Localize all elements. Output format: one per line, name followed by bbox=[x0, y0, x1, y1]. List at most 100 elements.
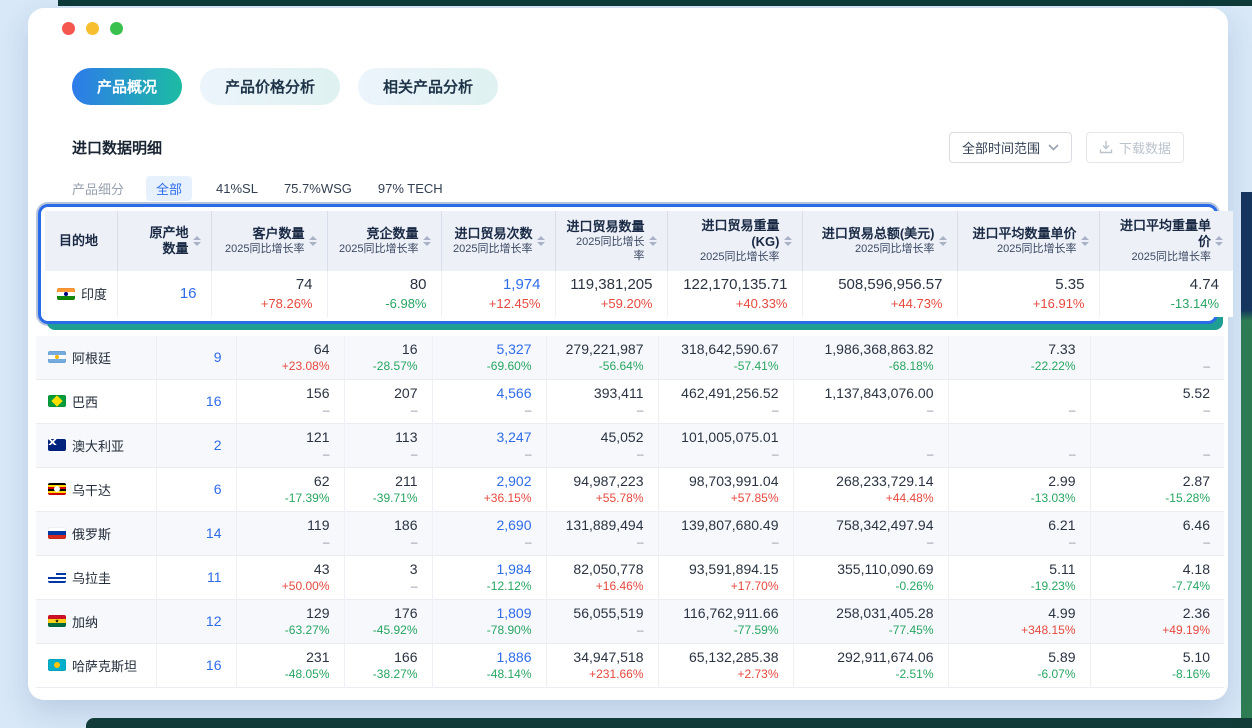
import-avg-weight-price-value: 5.10 bbox=[1105, 648, 1211, 666]
sort-icon[interactable] bbox=[784, 236, 792, 246]
import-trade-amount-usd-value: 258,031,405.28 bbox=[808, 604, 934, 622]
column-header-import-trade-amount-usd[interactable]: 进口贸易总额(美元)2025同比增长率 bbox=[802, 211, 957, 271]
import-trade-times-value[interactable]: 1,984 bbox=[447, 560, 532, 578]
column-header-import-trade-quantity[interactable]: 进口贸易数量2025同比增长率 bbox=[555, 211, 667, 271]
table-row[interactable]: 乌拉圭1143+50.00%3–1,984-12.12%82,050,778+1… bbox=[36, 556, 1224, 600]
origin-count-cell[interactable]: 6 bbox=[156, 468, 236, 512]
origin-count-value[interactable]: 16 bbox=[132, 284, 197, 304]
import-avg-weight-price-cell: 2.36+49.19% bbox=[1090, 600, 1224, 644]
import-trade-amount-usd-cell: 1,137,843,076.00– bbox=[793, 380, 948, 424]
sort-icon[interactable] bbox=[649, 236, 657, 246]
customer-count-change: – bbox=[251, 446, 330, 462]
origin-count-value[interactable]: 6 bbox=[171, 480, 222, 498]
import-trade-weight-kg-cell: 139,807,680.49– bbox=[658, 512, 793, 556]
import-trade-times-cell[interactable]: 3,247– bbox=[432, 424, 546, 468]
close-window-icon[interactable] bbox=[62, 22, 75, 35]
sort-icon[interactable] bbox=[537, 236, 545, 246]
tab-0[interactable]: 产品概况 bbox=[72, 68, 182, 105]
origin-count-value[interactable]: 12 bbox=[171, 612, 222, 630]
import-trade-times-cell[interactable]: 2,690– bbox=[432, 512, 546, 556]
import-trade-times-cell[interactable]: 2,902+36.15% bbox=[432, 468, 546, 512]
import-trade-times-value[interactable]: 1,809 bbox=[447, 604, 532, 622]
import-trade-times-value[interactable]: 3,247 bbox=[447, 428, 532, 446]
table-row[interactable]: 印度1674+78.26%80-6.98%1,974+12.45%119,381… bbox=[45, 271, 1233, 317]
sort-icon[interactable] bbox=[309, 236, 317, 246]
origin-count-value[interactable]: 16 bbox=[171, 392, 222, 410]
sort-icon[interactable] bbox=[423, 236, 431, 246]
origin-count-value[interactable]: 2 bbox=[171, 436, 222, 454]
column-header-origin-count[interactable]: 原产地数量 bbox=[117, 211, 211, 271]
import-trade-times-cell[interactable]: 1,974+12.45% bbox=[441, 271, 555, 317]
origin-count-cell[interactable]: 16 bbox=[117, 271, 211, 317]
customer-count-cell: 119– bbox=[236, 512, 344, 556]
import-trade-times-value[interactable]: 5,327 bbox=[447, 340, 532, 358]
column-header-import-avg-weight-price[interactable]: 进口平均重量单价2025同比增长率 bbox=[1099, 211, 1233, 271]
competitor-count-change: -38.27% bbox=[359, 666, 418, 682]
sort-icon[interactable] bbox=[1215, 236, 1223, 246]
table-row[interactable]: 澳大利亚2121–113–3,247–45,052–101,005,075.01… bbox=[36, 424, 1224, 468]
import-avg-weight-price-change: – bbox=[1105, 358, 1211, 374]
destination-cell: 乌干达 bbox=[36, 468, 156, 512]
import-trade-times-value[interactable]: 1,974 bbox=[456, 275, 541, 295]
import-trade-times-cell[interactable]: 1,984-12.12% bbox=[432, 556, 546, 600]
origin-count-value[interactable]: 14 bbox=[171, 524, 222, 542]
table-row[interactable]: 哈萨克斯坦16231-48.05%166-38.27%1,886-48.14%3… bbox=[36, 644, 1224, 688]
import-trade-quantity-cell: 45,052– bbox=[546, 424, 658, 468]
download-button[interactable]: 下载数据 bbox=[1086, 132, 1184, 163]
table-header-row: 目的地原产地数量客户数量2025同比增长率竞企数量2025同比增长率进口贸易次数… bbox=[45, 211, 1233, 271]
data-table: 阿根廷964+23.08%16-28.57%5,327-69.60%279,22… bbox=[36, 336, 1224, 688]
import-trade-times-value[interactable]: 2,902 bbox=[447, 472, 532, 490]
column-header-customer-count[interactable]: 客户数量2025同比增长率 bbox=[211, 211, 327, 271]
table-row[interactable]: 乌干达662-17.39%211-39.71%2,902+36.15%94,98… bbox=[36, 468, 1224, 512]
import-trade-weight-kg-value: 122,170,135.71 bbox=[682, 275, 788, 295]
competitor-count-value: 176 bbox=[359, 604, 418, 622]
competitor-count-cell: 16-28.57% bbox=[344, 336, 432, 380]
pinned-table: 目的地原产地数量客户数量2025同比增长率竞企数量2025同比增长率进口贸易次数… bbox=[45, 211, 1233, 317]
column-header-import-trade-times[interactable]: 进口贸易次数2025同比增长率 bbox=[441, 211, 555, 271]
column-header-import-avg-quantity-price[interactable]: 进口平均数量单价2025同比增长率 bbox=[957, 211, 1099, 271]
tab-1[interactable]: 产品价格分析 bbox=[200, 68, 340, 105]
origin-count-cell[interactable]: 14 bbox=[156, 512, 236, 556]
import-trade-times-cell[interactable]: 1,809-78.90% bbox=[432, 600, 546, 644]
origin-count-cell[interactable]: 9 bbox=[156, 336, 236, 380]
origin-count-cell[interactable]: 16 bbox=[156, 380, 236, 424]
sort-icon[interactable] bbox=[193, 236, 201, 246]
origin-count-value[interactable]: 11 bbox=[171, 568, 222, 586]
sort-icon[interactable] bbox=[939, 236, 947, 246]
import-trade-quantity-value: 45,052 bbox=[561, 428, 644, 446]
filter-option-3[interactable]: 97% TECH bbox=[376, 178, 445, 199]
table-row[interactable]: 巴西16156–207–4,566–393,411–462,491,256.52… bbox=[36, 380, 1224, 424]
origin-count-value[interactable]: 16 bbox=[171, 656, 222, 674]
origin-count-cell[interactable]: 2 bbox=[156, 424, 236, 468]
import-trade-times-cell[interactable]: 1,886-48.14% bbox=[432, 644, 546, 688]
origin-count-value[interactable]: 9 bbox=[171, 348, 222, 366]
filter-option-1[interactable]: 41%SL bbox=[214, 178, 260, 199]
filter-option-2[interactable]: 75.7%WSG bbox=[282, 178, 354, 199]
import-trade-quantity-cell: 82,050,778+16.46% bbox=[546, 556, 658, 600]
import-trade-times-cell[interactable]: 4,566– bbox=[432, 380, 546, 424]
import-trade-quantity-cell: 94,987,223+55.78% bbox=[546, 468, 658, 512]
maximize-window-icon[interactable] bbox=[110, 22, 123, 35]
customer-count-cell: 74+78.26% bbox=[211, 271, 327, 317]
table-row[interactable]: 俄罗斯14119–186–2,690–131,889,494–139,807,6… bbox=[36, 512, 1224, 556]
tab-2[interactable]: 相关产品分析 bbox=[358, 68, 498, 105]
origin-count-cell[interactable]: 16 bbox=[156, 644, 236, 688]
customer-count-change: – bbox=[251, 534, 330, 550]
import-trade-times-value[interactable]: 2,690 bbox=[447, 516, 532, 534]
time-range-select[interactable]: 全部时间范围 bbox=[949, 132, 1072, 163]
column-header-competitor-count[interactable]: 竞企数量2025同比增长率 bbox=[327, 211, 441, 271]
table-row[interactable]: 阿根廷964+23.08%16-28.57%5,327-69.60%279,22… bbox=[36, 336, 1224, 380]
origin-count-cell[interactable]: 12 bbox=[156, 600, 236, 644]
import-trade-times-value[interactable]: 1,886 bbox=[447, 648, 532, 666]
origin-count-cell[interactable]: 11 bbox=[156, 556, 236, 600]
table-row[interactable]: 加纳12129-63.27%176-45.92%1,809-78.90%56,0… bbox=[36, 600, 1224, 644]
import-trade-amount-usd-cell: 292,911,674.06-2.51% bbox=[793, 644, 948, 688]
sort-icon[interactable] bbox=[1081, 236, 1089, 246]
column-header-import-trade-weight-kg[interactable]: 进口贸易重量(KG)2025同比增长率 bbox=[667, 211, 802, 271]
destination-cell: 澳大利亚 bbox=[36, 424, 156, 468]
import-trade-times-value[interactable]: 4,566 bbox=[447, 384, 532, 402]
import-trade-times-cell[interactable]: 5,327-69.60% bbox=[432, 336, 546, 380]
minimize-window-icon[interactable] bbox=[86, 22, 99, 35]
filter-option-0[interactable]: 全部 bbox=[146, 176, 192, 201]
import-trade-weight-kg-cell: 462,491,256.52– bbox=[658, 380, 793, 424]
